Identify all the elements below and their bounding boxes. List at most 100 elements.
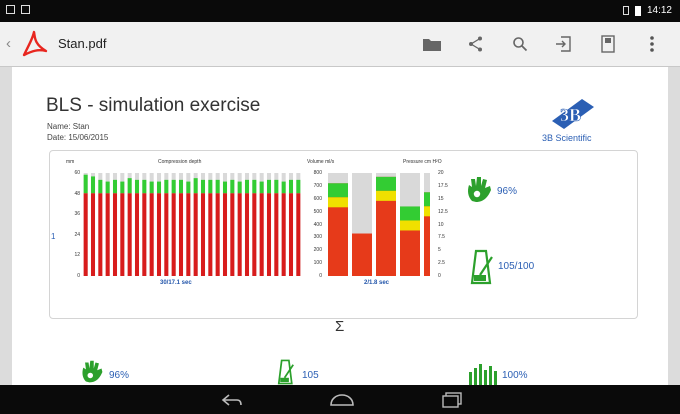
overflow-menu-button[interactable]	[630, 22, 674, 66]
depth-summary-label: 30/17.1 sec	[160, 280, 192, 286]
summary-metronome-icon	[277, 359, 294, 385]
pdf-page[interactable]: BLS - simulation exercise Name: Stan Dat…	[12, 67, 668, 385]
depth-bar	[178, 193, 184, 276]
view-mode-button[interactable]	[586, 22, 630, 66]
depth-target-marker	[171, 179, 176, 194]
document-view-icon	[601, 35, 615, 53]
volume-bar-top	[328, 183, 348, 198]
depth-bar	[127, 193, 132, 276]
back-icon[interactable]: ‹	[6, 35, 11, 52]
depth-bar	[134, 193, 140, 276]
presTicks-tick: 10	[438, 221, 444, 228]
depth-target-marker	[259, 181, 264, 194]
depth-target-marker	[98, 179, 103, 194]
depth-bar	[142, 193, 147, 276]
volume-bar	[352, 233, 372, 276]
depth-bar	[112, 193, 118, 276]
nav-recents-button[interactable]	[432, 387, 472, 412]
nav-home-button[interactable]	[322, 387, 362, 412]
goto-page-button[interactable]	[542, 22, 586, 66]
share-button[interactable]	[454, 22, 498, 66]
depth-target-marker	[186, 181, 191, 194]
summary-hand-icon	[82, 360, 103, 383]
volume-bar-top	[424, 192, 430, 207]
depth-bar	[288, 193, 294, 276]
presTicks-tick: 0	[438, 273, 441, 279]
presTicks-tick: 5	[438, 247, 441, 254]
depthTicks-tick: 12	[74, 252, 80, 259]
ventilation-volume-chart	[326, 173, 430, 276]
exercise-date: Date: 15/06/2015	[47, 133, 109, 142]
depth-bar	[149, 193, 154, 276]
volume-bar-mid	[328, 197, 348, 208]
depth-target-marker	[90, 176, 96, 194]
search-button[interactable]	[498, 22, 542, 66]
depth-target-marker	[244, 179, 250, 194]
depth-target-marker	[237, 181, 242, 194]
depth-target-marker	[296, 179, 301, 194]
metronome-icon	[470, 249, 493, 285]
depth-bar	[215, 193, 220, 276]
depth-target-marker	[127, 178, 132, 194]
participant-name: Name: Stan	[47, 122, 90, 131]
depth-bar	[120, 193, 125, 276]
depth-bar	[105, 193, 110, 276]
presTicks-tick: 20	[438, 170, 444, 176]
depth-bar	[237, 193, 242, 276]
presTicks-tick: 12.5	[438, 208, 448, 215]
depthTicks-tick: 48	[74, 190, 80, 197]
volTicks-tick: 500	[313, 208, 322, 215]
depth-bar	[90, 193, 96, 276]
volTicks-tick: 400	[313, 221, 322, 228]
depth-bar	[200, 193, 206, 276]
notification-icon	[6, 5, 15, 14]
presTicks-tick: 17.5	[438, 182, 448, 189]
depth-bar	[244, 193, 250, 276]
recent-apps-icon	[442, 391, 462, 408]
presTicks-tick: 2.5	[438, 260, 445, 267]
depth-target-marker	[281, 181, 286, 194]
depth-bar	[252, 193, 257, 276]
volTicks-tick: 300	[313, 234, 322, 241]
depth-bar	[156, 193, 162, 276]
depth-bar	[164, 193, 169, 276]
depth-target-marker	[156, 181, 162, 194]
depthTicks-tick: 36	[74, 211, 80, 218]
folder-button[interactable]	[410, 22, 454, 66]
volume-bar-top	[376, 176, 396, 191]
depth-bar	[259, 193, 264, 276]
volume-chart-title: Volume ml/s	[307, 159, 335, 165]
depth-target-marker	[83, 174, 88, 194]
depth-target-marker	[230, 179, 235, 194]
pressure-axis-title: Pressure cm H²O	[403, 159, 442, 165]
depth-bar	[193, 193, 198, 276]
depth-bar	[222, 193, 228, 276]
nav-back-button[interactable]	[212, 387, 252, 412]
goto-page-icon	[556, 36, 571, 52]
depth-target-marker	[149, 181, 154, 194]
volume-bar-top	[400, 206, 420, 221]
depth-bar	[186, 193, 191, 276]
home-icon	[330, 393, 354, 406]
pdf-app-icon[interactable]	[20, 29, 50, 59]
bar-chart-icon	[469, 364, 497, 385]
depth-target-marker	[288, 179, 294, 194]
depth-target-marker	[134, 179, 140, 194]
app-bar: ‹ Stan.pdf	[0, 22, 680, 67]
depth-target-marker	[105, 181, 110, 194]
hand-position-percent: 96%	[497, 186, 518, 197]
document-title: Stan.pdf	[58, 36, 107, 51]
back-arrow-icon	[221, 393, 242, 406]
navigation-bar	[0, 385, 680, 414]
volume-bar-mid	[376, 190, 396, 201]
depth-target-marker	[208, 179, 213, 194]
image-notification-icon	[21, 5, 30, 14]
volume-bar-mid	[400, 220, 420, 231]
volTicks-tick: 700	[313, 182, 322, 189]
depth-target-marker	[112, 179, 118, 194]
volume-bar-mid	[424, 206, 430, 217]
status-bar: 14:12	[0, 0, 680, 22]
compression-depth-chart	[83, 173, 301, 276]
svg-text:3B: 3B	[560, 105, 581, 125]
logo-text: 3B Scientific	[542, 133, 592, 143]
